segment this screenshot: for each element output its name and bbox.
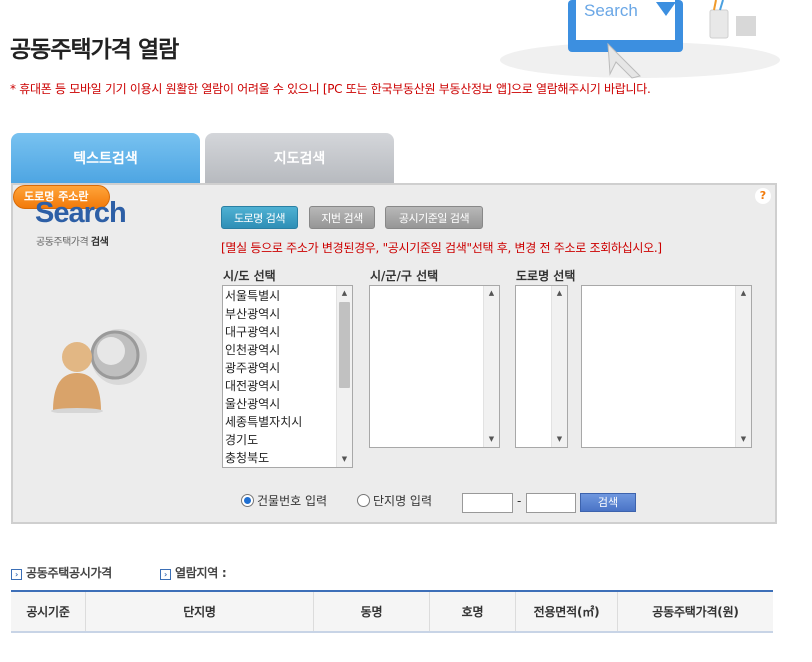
column-header-building: 동명 — [314, 592, 430, 631]
scroll-down-icon[interactable]: ▼ — [484, 432, 499, 447]
complex-name-radio[interactable]: 단지명 입력 — [357, 492, 432, 509]
logo-sub-prefix: 공동주택가격 — [36, 237, 89, 248]
chevron-right-icon: › — [11, 569, 22, 580]
notice-date-search-button[interactable]: 공시기준일 검색 — [385, 206, 483, 229]
road-name-select-list[interactable]: ▲ ▼ — [581, 285, 752, 448]
search-illustration: Search — [500, 0, 780, 79]
sigungu-label: 시/군/구 선택 — [370, 269, 439, 283]
building-number-radio[interactable]: 건물번호 입력 — [241, 492, 327, 509]
building-number-sub-input[interactable] — [526, 493, 576, 513]
apartment-price-link[interactable]: › 공동주택공시가격 — [11, 564, 112, 581]
scroll-down-icon[interactable]: ▼ — [552, 432, 567, 447]
column-header-complex-name: 단지명 — [86, 592, 314, 631]
sido-scrollbar[interactable]: ▲ ▼ — [336, 286, 352, 467]
results-table-header: 공시기준 단지명 동명 호명 전용면적(㎡) 공동주택가격(원) — [11, 590, 773, 633]
page-title: 공동주택가격 열람 — [10, 37, 179, 63]
scroll-down-icon[interactable]: ▼ — [337, 452, 352, 467]
hero-search-text: Search — [584, 1, 638, 20]
number-separator: - — [517, 494, 522, 508]
viewing-region-link[interactable]: › 열람지역 : — [160, 564, 227, 581]
chevron-right-icon: › — [160, 569, 171, 580]
lot-number-search-button[interactable]: 지번 검색 — [309, 206, 375, 229]
person-magnifier-icon — [51, 329, 147, 413]
column-header-notice-date: 공시기준 — [11, 592, 86, 631]
sido-option[interactable]: 부산광역시 — [225, 305, 352, 323]
search-panel: Search 공동주택가격 검색 도로명 검색 지번 검색 공시기준일 검색 도… — [11, 183, 777, 524]
logo-sub-bold: 검색 — [90, 237, 109, 248]
sido-option[interactable]: 서울특별시 — [225, 287, 352, 305]
building-number-radio-label: 건물번호 입력 — [257, 494, 328, 508]
road-initial-select-list[interactable]: ▲ ▼ — [515, 285, 568, 448]
tab-map-search[interactable]: 지도검색 — [205, 133, 394, 185]
radio-unselected-icon[interactable] — [357, 494, 370, 507]
search-logo-subtitle: 공동주택가격 검색 — [36, 233, 109, 248]
sigungu-select-list[interactable]: ▲ ▼ — [369, 285, 500, 448]
search-button[interactable]: 검색 — [580, 493, 636, 512]
sigungu-scrollbar[interactable]: ▲ ▼ — [483, 286, 499, 447]
road-name-scrollbar[interactable]: ▲ ▼ — [735, 286, 751, 447]
help-icon: ? — [755, 188, 771, 204]
tab-text-search[interactable]: 텍스트검색 — [11, 133, 200, 185]
road-name-label: 도로명 선택 — [516, 269, 576, 283]
building-number-main-input[interactable] — [462, 493, 513, 513]
road-name-search-button[interactable]: 도로명 검색 — [221, 206, 298, 229]
mobile-notice: * 휴대폰 등 모바일 기기 이용시 원활한 열람이 어려울 수 있으니 [PC… — [10, 82, 651, 96]
column-header-unit: 호명 — [430, 592, 516, 631]
column-header-area: 전용면적(㎡) — [516, 592, 618, 631]
sido-option[interactable]: 경기도 — [225, 431, 352, 449]
radio-selected-icon[interactable] — [241, 494, 254, 507]
apartment-price-link-label: 공동주택공시가격 — [26, 566, 112, 580]
column-header-price: 공동주택가격(원) — [652, 605, 739, 619]
sido-option[interactable]: 인천광역시 — [225, 341, 352, 359]
scroll-up-icon[interactable]: ▲ — [484, 286, 499, 301]
address-change-warning: [멸실 등으로 주소가 변경된경우, "공시기준일 검색"선택 후, 변경 전 … — [221, 241, 662, 255]
scroll-up-icon[interactable]: ▲ — [736, 286, 751, 301]
sido-option[interactable]: 광주광역시 — [225, 359, 352, 377]
sido-option[interactable]: 충청북도 — [225, 449, 352, 467]
scroll-thumb[interactable] — [339, 302, 350, 388]
sido-select-list[interactable]: 서울특별시 부산광역시 대구광역시 인천광역시 광주광역시 대전광역시 울산광역… — [222, 285, 353, 468]
sido-option[interactable]: 대구광역시 — [225, 323, 352, 341]
complex-name-radio-label: 단지명 입력 — [373, 494, 433, 508]
scroll-down-icon[interactable]: ▼ — [736, 432, 751, 447]
sido-label: 시/도 선택 — [223, 269, 276, 283]
sido-option[interactable]: 세종특별자치시 — [225, 413, 352, 431]
search-logo: Search — [35, 197, 127, 229]
road-initial-scrollbar[interactable]: ▲ ▼ — [551, 286, 567, 447]
scroll-up-icon[interactable]: ▲ — [552, 286, 567, 301]
sido-option[interactable]: 울산광역시 — [225, 395, 352, 413]
viewing-region-link-label: 열람지역 : — [175, 566, 227, 580]
sido-option[interactable]: 대전광역시 — [225, 377, 352, 395]
scroll-up-icon[interactable]: ▲ — [337, 286, 352, 301]
